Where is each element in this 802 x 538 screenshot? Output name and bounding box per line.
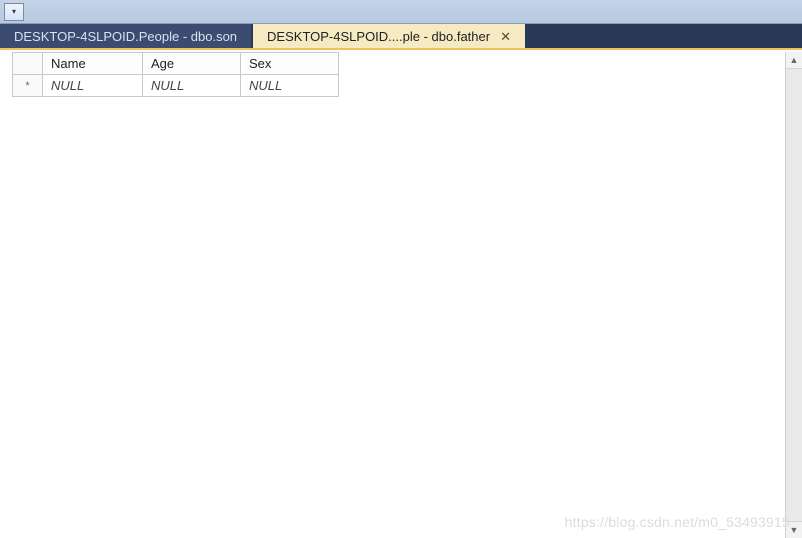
tab-bar: DESKTOP-4SLPOID.People - dbo.son DESKTOP…	[0, 24, 802, 50]
watermark-text: https://blog.csdn.net/m0_53493915	[565, 514, 790, 530]
top-toolbar: ▾	[0, 0, 802, 24]
row-header-corner	[13, 53, 43, 75]
cell-age[interactable]: NULL	[143, 75, 241, 97]
scroll-up-icon[interactable]: ▲	[786, 52, 802, 69]
tab-label: DESKTOP-4SLPOID.People - dbo.son	[14, 29, 237, 44]
toolbar-dropdown[interactable]: ▾	[4, 3, 24, 21]
tab-dbo-father[interactable]: DESKTOP-4SLPOID....ple - dbo.father ✕	[253, 24, 525, 48]
cell-sex[interactable]: NULL	[241, 75, 339, 97]
null-value: NULL	[151, 78, 184, 93]
new-row-marker: *	[13, 75, 43, 97]
column-header-name[interactable]: Name	[43, 53, 143, 75]
cell-name[interactable]: NULL	[43, 75, 143, 97]
chevron-down-icon: ▾	[12, 7, 16, 16]
tab-label: DESKTOP-4SLPOID....ple - dbo.father	[267, 29, 490, 44]
table-row[interactable]: * NULL NULL NULL	[13, 75, 339, 97]
null-value: NULL	[51, 78, 84, 93]
null-value: NULL	[249, 78, 282, 93]
tab-dbo-son[interactable]: DESKTOP-4SLPOID.People - dbo.son	[0, 24, 251, 48]
vertical-scrollbar[interactable]: ▲ ▼	[785, 52, 802, 538]
close-icon[interactable]: ✕	[500, 30, 511, 43]
column-header-age[interactable]: Age	[143, 53, 241, 75]
header-row: Name Age Sex	[13, 53, 339, 75]
left-gutter	[0, 52, 12, 538]
content-area: Name Age Sex * NULL NULL NULL	[0, 52, 802, 538]
data-grid[interactable]: Name Age Sex * NULL NULL NULL	[12, 52, 339, 97]
column-header-sex[interactable]: Sex	[241, 53, 339, 75]
